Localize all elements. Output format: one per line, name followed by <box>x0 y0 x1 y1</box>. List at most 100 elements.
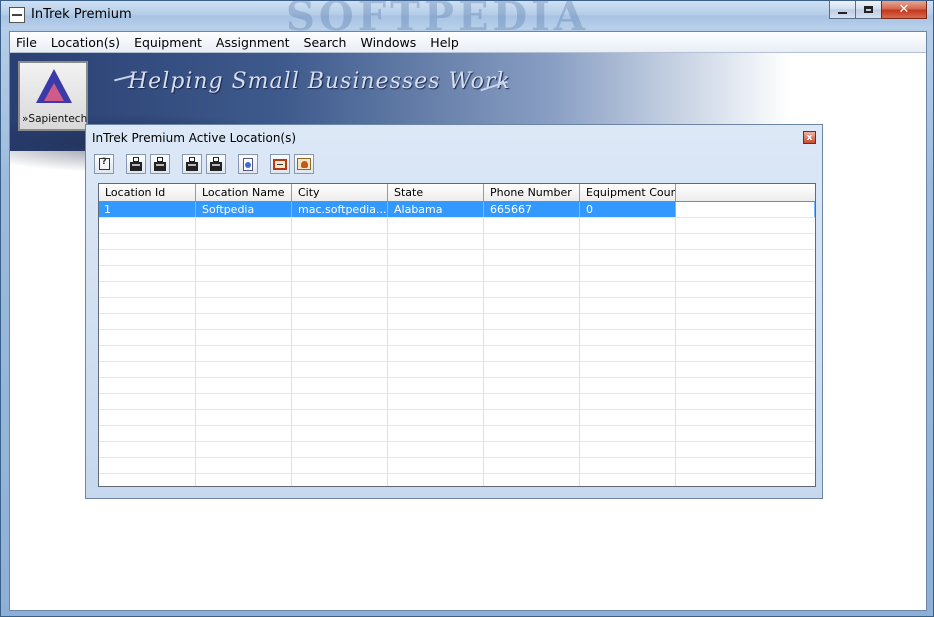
empty-cell <box>196 394 292 409</box>
active-locations-window[interactable]: InTrek Premium Active Location(s) x Loca… <box>85 124 823 499</box>
empty-row <box>99 346 815 362</box>
print-button-1[interactable] <box>126 154 146 174</box>
column-equipment-count[interactable]: Equipment Count <box>580 184 676 201</box>
sapientech-logo: »Sapientech <box>18 61 88 131</box>
empty-cell <box>580 218 676 233</box>
title-bar[interactable]: SOFTPEDIA InTrek Premium ✕ <box>1 0 933 40</box>
print-button-2[interactable] <box>150 154 170 174</box>
empty-cell <box>484 234 580 249</box>
empty-row <box>99 314 815 330</box>
row-filler <box>676 234 815 249</box>
column-state[interactable]: State <box>388 184 484 201</box>
cell-location-id[interactable]: 1 <box>99 202 196 217</box>
menu-file[interactable]: File <box>10 35 44 50</box>
empty-cell <box>388 250 484 265</box>
empty-cell <box>196 346 292 361</box>
row-filler <box>676 410 815 425</box>
logo-inner-icon <box>44 83 64 101</box>
printer-icon <box>154 156 166 171</box>
empty-row <box>99 250 815 266</box>
empty-cell <box>580 346 676 361</box>
logo-text: »Sapientech <box>22 113 88 125</box>
empty-cell <box>580 378 676 393</box>
cell-city[interactable]: mac.softpedia.... <box>292 202 388 217</box>
empty-cell <box>99 410 196 425</box>
empty-cell <box>99 442 196 457</box>
empty-row <box>99 410 815 426</box>
cell-location-name[interactable]: Softpedia <box>196 202 292 217</box>
print-button-3[interactable] <box>182 154 202 174</box>
banner-slogan: Helping Small Businesses Work <box>128 69 511 94</box>
empty-cell <box>484 394 580 409</box>
column-phone-number[interactable]: Phone Number <box>484 184 580 201</box>
menu-equipment[interactable]: Equipment <box>127 35 209 50</box>
app-icon[interactable] <box>9 7 25 23</box>
empty-cell <box>388 474 484 486</box>
row-filler <box>676 202 815 217</box>
help-icon <box>98 157 110 170</box>
empty-row <box>99 282 815 298</box>
empty-cell <box>196 298 292 313</box>
row-filler <box>676 458 815 473</box>
empty-cell <box>484 250 580 265</box>
menu-locations[interactable]: Location(s) <box>44 35 127 50</box>
person-icon <box>297 158 311 170</box>
child-close-button[interactable]: x <box>803 131 816 144</box>
empty-cell <box>580 234 676 249</box>
menu-bar: File Location(s) Equipment Assignment Se… <box>10 32 926 53</box>
empty-row <box>99 362 815 378</box>
empty-cell <box>292 250 388 265</box>
empty-cell <box>484 362 580 377</box>
empty-cell <box>196 378 292 393</box>
window-controls: ✕ <box>829 1 927 19</box>
column-location-id[interactable]: Location Id <box>99 184 196 201</box>
column-city[interactable]: City <box>292 184 388 201</box>
close-icon: ✕ <box>898 2 910 17</box>
empty-cell <box>196 282 292 297</box>
empty-cell <box>388 298 484 313</box>
empty-row <box>99 474 815 486</box>
empty-cell <box>484 298 580 313</box>
empty-cell <box>388 442 484 457</box>
cell-phone-number[interactable]: 665667 <box>484 202 580 217</box>
column-location-name[interactable]: Location Name <box>196 184 292 201</box>
close-button[interactable]: ✕ <box>881 1 927 19</box>
menu-assignment[interactable]: Assignment <box>209 35 297 50</box>
person-button[interactable] <box>294 154 314 174</box>
minimize-button[interactable] <box>829 1 856 19</box>
menu-help[interactable]: Help <box>423 35 466 50</box>
menu-windows[interactable]: Windows <box>353 35 423 50</box>
row-filler <box>676 250 815 265</box>
close-icon: x <box>806 132 813 143</box>
empty-row <box>99 234 815 250</box>
empty-cell <box>580 362 676 377</box>
maximize-icon <box>864 6 873 13</box>
row-filler <box>676 314 815 329</box>
empty-cell <box>484 314 580 329</box>
empty-cell <box>196 362 292 377</box>
empty-cell <box>99 346 196 361</box>
print-button-4[interactable] <box>206 154 226 174</box>
empty-cell <box>388 330 484 345</box>
empty-row <box>99 442 815 458</box>
table-row[interactable]: 1 Softpedia mac.softpedia.... Alabama 66… <box>99 202 815 218</box>
empty-cell <box>580 266 676 281</box>
empty-cell <box>292 442 388 457</box>
maximize-button[interactable] <box>855 1 882 19</box>
cell-equipment-count[interactable]: 0 <box>580 202 676 217</box>
empty-cell <box>292 330 388 345</box>
empty-cell <box>580 394 676 409</box>
empty-cell <box>292 378 388 393</box>
cell-state[interactable]: Alabama <box>388 202 484 217</box>
child-window-title: InTrek Premium Active Location(s) <box>92 131 297 145</box>
locations-grid[interactable]: Location Id Location Name City State Pho… <box>98 183 816 487</box>
empty-cell <box>388 314 484 329</box>
menu-search[interactable]: Search <box>297 35 354 50</box>
document-button[interactable] <box>238 154 258 174</box>
empty-cell <box>484 330 580 345</box>
help-button[interactable] <box>94 154 114 174</box>
empty-cell <box>196 218 292 233</box>
card-button[interactable] <box>270 154 290 174</box>
empty-cell <box>484 426 580 441</box>
empty-cell <box>99 282 196 297</box>
